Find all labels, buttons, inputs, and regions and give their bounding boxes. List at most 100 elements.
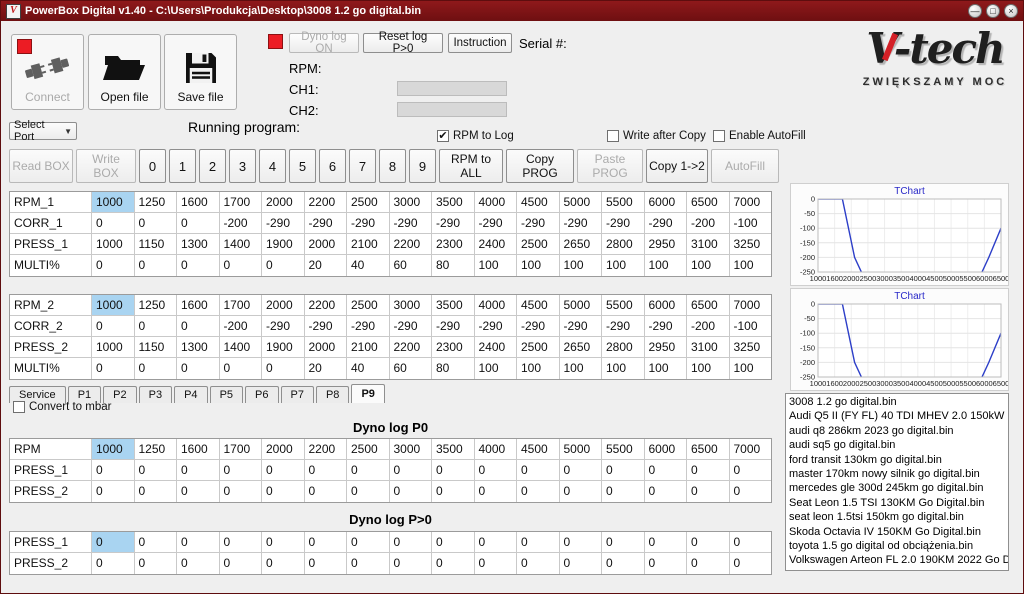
value-cell[interactable]: 7000 bbox=[730, 295, 772, 316]
value-cell[interactable]: 2000 bbox=[262, 439, 305, 460]
digit-button-2[interactable]: 2 bbox=[199, 149, 226, 183]
value-cell[interactable]: 1400 bbox=[220, 337, 263, 358]
value-cell[interactable]: 1000 bbox=[92, 337, 135, 358]
rpm-to-log-checkbox[interactable]: RPM to Log bbox=[437, 130, 514, 142]
value-cell[interactable]: 0 bbox=[517, 460, 560, 481]
value-cell[interactable]: 2650 bbox=[560, 337, 603, 358]
value-cell[interactable]: -290 bbox=[305, 213, 348, 234]
value-cell[interactable]: 2500 bbox=[517, 234, 560, 255]
title-bar[interactable]: V PowerBox Digital v1.40 - C:\Users\Prod… bbox=[1, 1, 1023, 21]
digit-button-3[interactable]: 3 bbox=[229, 149, 256, 183]
value-cell[interactable]: 20 bbox=[305, 255, 348, 276]
value-cell[interactable]: 0 bbox=[432, 532, 475, 553]
value-cell[interactable]: 0 bbox=[390, 553, 433, 574]
file-list-item[interactable]: seat leon 1.5tsi 150km go digital.bin bbox=[786, 510, 1008, 524]
value-cell[interactable]: 2200 bbox=[305, 295, 348, 316]
value-cell[interactable]: 0 bbox=[135, 316, 178, 337]
value-cell[interactable]: 1400 bbox=[220, 234, 263, 255]
value-cell[interactable]: 0 bbox=[305, 481, 348, 502]
value-cell[interactable]: 0 bbox=[177, 358, 220, 379]
value-cell[interactable]: 0 bbox=[730, 532, 772, 553]
value-cell[interactable]: 2500 bbox=[347, 295, 390, 316]
value-cell[interactable]: 7000 bbox=[730, 439, 772, 460]
value-cell[interactable]: -290 bbox=[602, 213, 645, 234]
value-cell[interactable]: -290 bbox=[347, 316, 390, 337]
file-list[interactable]: 3008 1.2 go digital.binAudi Q5 II (FY FL… bbox=[785, 393, 1009, 571]
digit-button-9[interactable]: 9 bbox=[409, 149, 436, 183]
value-cell[interactable]: 3250 bbox=[730, 234, 772, 255]
value-cell[interactable]: 0 bbox=[390, 532, 433, 553]
value-cell[interactable]: 100 bbox=[475, 358, 518, 379]
value-cell[interactable]: 100 bbox=[602, 255, 645, 276]
value-cell[interactable]: 2200 bbox=[390, 337, 433, 358]
value-cell[interactable]: 0 bbox=[92, 255, 135, 276]
value-cell[interactable]: 3500 bbox=[432, 192, 475, 213]
value-cell[interactable]: 2800 bbox=[602, 234, 645, 255]
file-list-item[interactable]: ford transit 130km go digital.bin bbox=[786, 453, 1008, 467]
value-cell[interactable]: 0 bbox=[262, 481, 305, 502]
value-cell[interactable]: 4500 bbox=[517, 192, 560, 213]
value-cell[interactable]: -200 bbox=[220, 316, 263, 337]
select-port-dropdown[interactable]: Select Port ▼ bbox=[9, 122, 77, 140]
tab-p9[interactable]: P9 bbox=[351, 384, 384, 403]
file-list-item[interactable]: mercedes gle 300d 245km go digital.bin bbox=[786, 481, 1008, 495]
value-cell[interactable]: 1600 bbox=[177, 192, 220, 213]
value-cell[interactable]: 0 bbox=[262, 358, 305, 379]
value-cell[interactable]: 1900 bbox=[262, 337, 305, 358]
value-cell[interactable]: 2000 bbox=[262, 295, 305, 316]
value-cell[interactable]: 0 bbox=[135, 532, 178, 553]
value-cell[interactable]: 2300 bbox=[432, 337, 475, 358]
value-cell[interactable]: 5500 bbox=[602, 192, 645, 213]
value-cell[interactable]: 0 bbox=[92, 532, 135, 553]
value-cell[interactable]: 0 bbox=[220, 532, 263, 553]
value-cell[interactable]: 2300 bbox=[432, 234, 475, 255]
value-cell[interactable]: -290 bbox=[390, 316, 433, 337]
value-cell[interactable]: 0 bbox=[177, 532, 220, 553]
tab-p4[interactable]: P4 bbox=[174, 386, 207, 403]
value-cell[interactable]: 0 bbox=[730, 460, 772, 481]
tab-p7[interactable]: P7 bbox=[281, 386, 314, 403]
value-cell[interactable]: 0 bbox=[262, 460, 305, 481]
value-cell[interactable]: 1700 bbox=[220, 192, 263, 213]
value-cell[interactable]: 0 bbox=[560, 460, 603, 481]
value-cell[interactable]: -290 bbox=[475, 316, 518, 337]
value-cell[interactable]: 1300 bbox=[177, 234, 220, 255]
tab-p8[interactable]: P8 bbox=[316, 386, 349, 403]
value-cell[interactable]: 0 bbox=[517, 481, 560, 502]
value-cell[interactable]: 40 bbox=[347, 255, 390, 276]
write-box-button[interactable]: Write BOX bbox=[76, 149, 136, 183]
value-cell[interactable]: 0 bbox=[262, 553, 305, 574]
value-cell[interactable]: 0 bbox=[687, 532, 730, 553]
value-cell[interactable]: 0 bbox=[347, 553, 390, 574]
open-file-button[interactable]: Open file bbox=[88, 34, 161, 110]
value-cell[interactable]: 5000 bbox=[560, 439, 603, 460]
value-cell[interactable]: 0 bbox=[602, 481, 645, 502]
value-cell[interactable]: 2500 bbox=[517, 337, 560, 358]
digit-button-5[interactable]: 5 bbox=[289, 149, 316, 183]
dyno-log-button[interactable]: Dyno log ON bbox=[289, 33, 359, 53]
value-cell[interactable]: 0 bbox=[220, 255, 263, 276]
value-cell[interactable]: 100 bbox=[560, 358, 603, 379]
value-cell[interactable]: 100 bbox=[517, 358, 560, 379]
value-cell[interactable]: 0 bbox=[687, 481, 730, 502]
value-cell[interactable]: 6500 bbox=[687, 295, 730, 316]
value-cell[interactable]: 0 bbox=[305, 553, 348, 574]
value-cell[interactable]: 0 bbox=[560, 553, 603, 574]
convert-to-mbar-checkbox[interactable]: Convert to mbar bbox=[13, 401, 111, 413]
value-cell[interactable]: 0 bbox=[135, 255, 178, 276]
value-cell[interactable]: 3000 bbox=[390, 192, 433, 213]
value-cell[interactable]: 2000 bbox=[305, 337, 348, 358]
value-cell[interactable]: 0 bbox=[475, 481, 518, 502]
value-cell[interactable]: 1700 bbox=[220, 439, 263, 460]
value-cell[interactable]: 100 bbox=[645, 255, 688, 276]
value-cell[interactable]: 0 bbox=[475, 532, 518, 553]
value-cell[interactable]: 4000 bbox=[475, 295, 518, 316]
value-cell[interactable]: 5000 bbox=[560, 192, 603, 213]
value-cell[interactable]: 80 bbox=[432, 358, 475, 379]
file-list-item[interactable]: Skoda Octavia IV 150KM Go Digital.bin bbox=[786, 525, 1008, 539]
value-cell[interactable]: 2400 bbox=[475, 337, 518, 358]
value-cell[interactable]: 100 bbox=[517, 255, 560, 276]
value-cell[interactable]: 1250 bbox=[135, 295, 178, 316]
file-list-item[interactable]: Volkswagen Arteon FL 2.0 190KM 2022 Go D… bbox=[786, 553, 1008, 567]
write-after-copy-checkbox[interactable]: Write after Copy bbox=[607, 130, 706, 142]
